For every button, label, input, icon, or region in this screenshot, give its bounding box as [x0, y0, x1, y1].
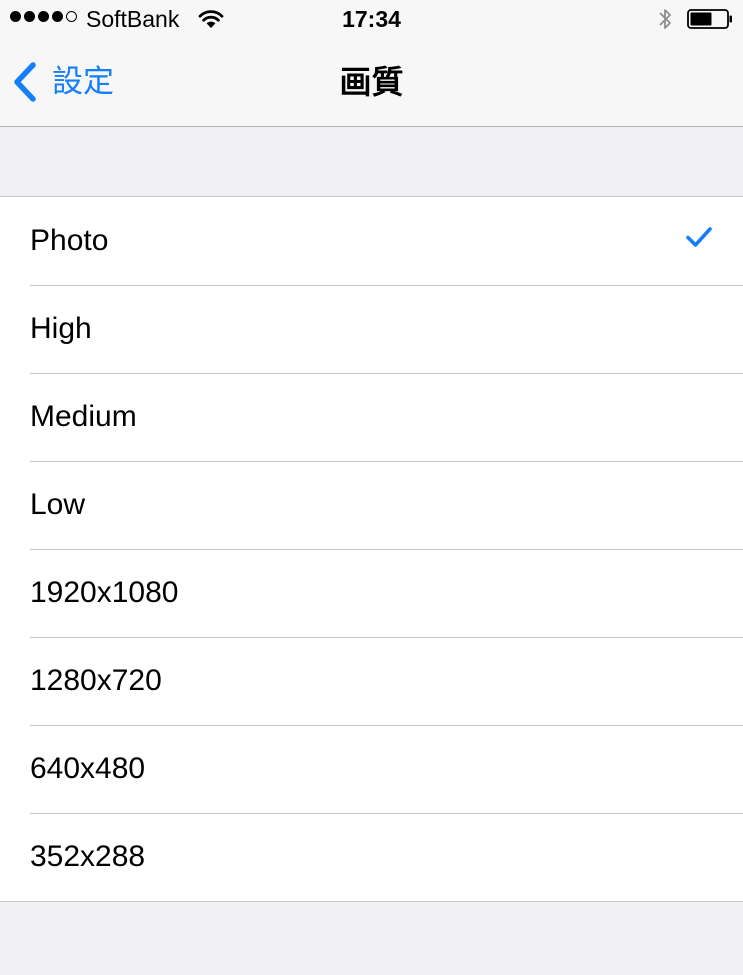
page-title: 画質	[339, 64, 404, 100]
option-label: 1280x720	[30, 664, 162, 697]
option-label: Medium	[30, 400, 137, 433]
option-medium[interactable]: Medium	[0, 373, 743, 461]
option-1920x1080[interactable]: 1920x1080	[0, 549, 743, 637]
option-photo[interactable]: Photo	[0, 197, 743, 285]
status-time: 17:34	[342, 6, 401, 32]
option-label: 352x288	[30, 840, 146, 873]
option-label: Low	[30, 488, 86, 521]
option-high[interactable]: High	[0, 285, 743, 373]
option-label: High	[30, 312, 92, 345]
status-bar: SoftBank 17:34	[0, 0, 743, 38]
battery-level-fill	[690, 12, 712, 26]
navigation-bar: 設定 画質	[0, 38, 743, 127]
bluetooth-icon	[659, 9, 671, 29]
quality-options-list: Photo High Medium Low 1920x1080 1280x720…	[0, 196, 743, 902]
option-low[interactable]: Low	[0, 461, 743, 549]
option-label: 640x480	[30, 752, 146, 785]
option-352x288[interactable]: 352x288	[0, 813, 743, 901]
option-label: 1920x1080	[30, 576, 179, 609]
option-1280x720[interactable]: 1280x720	[0, 637, 743, 725]
checkmark-icon	[686, 227, 712, 247]
option-label: Photo	[30, 224, 109, 257]
battery-icon	[687, 9, 732, 29]
option-640x480[interactable]: 640x480	[0, 725, 743, 813]
